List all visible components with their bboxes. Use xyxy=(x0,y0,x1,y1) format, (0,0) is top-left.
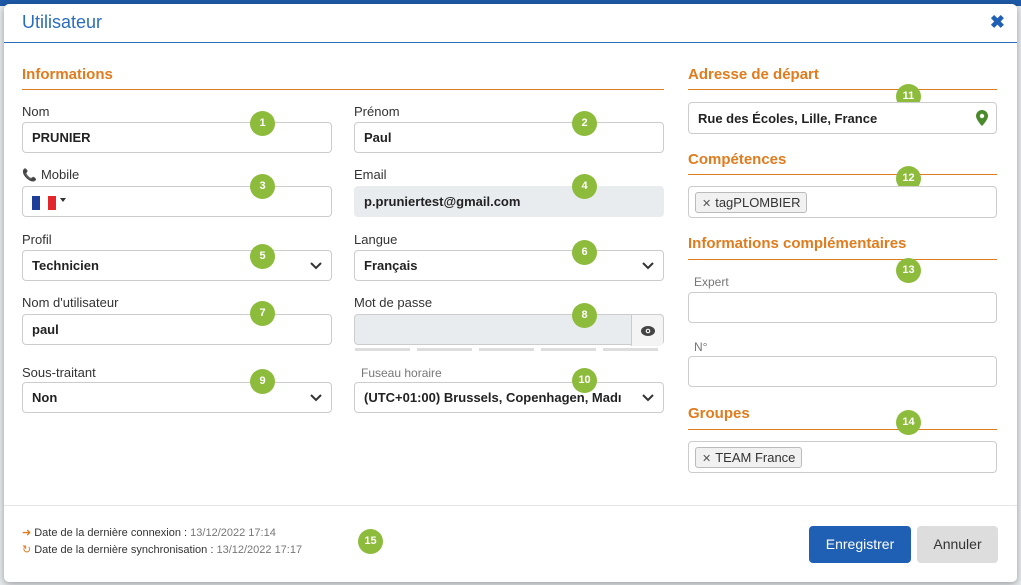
chevron-down-icon xyxy=(310,262,322,270)
section-title-adresse: Adresse de départ xyxy=(688,66,819,83)
soustraitant-value: Non xyxy=(32,390,58,405)
badge-3: 3 xyxy=(250,174,275,199)
fuseau-select[interactable]: (UTC+01:00) Brussels, Copenhagen, Madı xyxy=(354,382,664,413)
mobile-label: 📞 Mobile xyxy=(22,167,79,182)
user-modal: Utilisateur ✖ Informations Nom PRUNIER 1… xyxy=(4,4,1017,582)
badge-2: 2 xyxy=(572,111,597,136)
badge-5: 5 xyxy=(250,244,275,269)
last-login-line: ➜ Date de la dernière connexion : 13/12/2… xyxy=(22,526,276,539)
section-divider xyxy=(688,429,997,430)
password-strength-segment xyxy=(541,348,596,351)
badge-15: 15 xyxy=(358,529,383,554)
soustraitant-select[interactable]: Non xyxy=(22,382,332,413)
section-divider xyxy=(688,174,997,175)
modal-footer: ➜ Date de la dernière connexion : 13/12/2… xyxy=(4,505,1017,582)
chevron-down-icon xyxy=(642,394,654,402)
numero-input[interactable] xyxy=(688,356,997,387)
last-sync-value: 13/12/2022 17:17 xyxy=(216,544,303,556)
modal-header: Utilisateur ✖ xyxy=(4,4,1017,43)
adresse-value: Rue des Écoles, Lille, France xyxy=(698,111,878,126)
adresse-input[interactable]: Rue des Écoles, Lille, France xyxy=(688,102,997,134)
country-dropdown-caret[interactable] xyxy=(60,198,66,202)
langue-select[interactable]: Français xyxy=(354,250,664,281)
groupe-tag-label: TEAM France xyxy=(715,450,796,465)
expert-input[interactable] xyxy=(688,292,997,323)
password-input[interactable] xyxy=(354,314,664,351)
sync-icon: ↻ xyxy=(22,544,32,556)
username-label: Nom d'utilisateur xyxy=(22,295,119,310)
modal-title: Utilisateur xyxy=(22,12,103,32)
email-label: Email xyxy=(354,167,387,182)
save-button[interactable]: Enregistrer xyxy=(809,526,911,563)
badge-14: 14 xyxy=(896,410,921,435)
username-value: paul xyxy=(32,322,59,337)
fuseau-label: Fuseau horaire xyxy=(361,366,442,380)
section-divider xyxy=(688,89,997,90)
soustraitant-label: Sous-traitant xyxy=(22,365,96,380)
last-login-label: Date de la dernière connexion : xyxy=(34,527,188,539)
show-password-button[interactable] xyxy=(631,315,663,346)
cancel-button[interactable]: Annuler xyxy=(917,526,998,563)
prenom-input[interactable]: Paul xyxy=(354,122,664,153)
chevron-down-icon xyxy=(310,394,322,402)
competences-tag-input[interactable]: ✕ tagPLOMBIER xyxy=(688,186,997,218)
badge-8: 8 xyxy=(572,303,597,328)
profil-select[interactable]: Technicien xyxy=(22,250,332,281)
mobile-input[interactable] xyxy=(22,186,332,217)
email-value: p.pruniertest@gmail.com xyxy=(364,194,521,209)
badge-4: 4 xyxy=(572,174,597,199)
last-sync-label: Date de la dernière synchronisation : xyxy=(34,544,214,556)
nom-label: Nom xyxy=(22,104,50,119)
badge-7: 7 xyxy=(250,301,275,326)
close-icon[interactable]: ✖ xyxy=(990,12,1005,33)
groupe-tag[interactable]: ✕ TEAM France xyxy=(695,447,803,468)
remove-tag-icon[interactable]: ✕ xyxy=(702,198,711,210)
section-title-groupes: Groupes xyxy=(688,405,750,422)
email-input: p.pruniertest@gmail.com xyxy=(354,186,664,217)
groupes-tag-input[interactable]: ✕ TEAM France xyxy=(688,441,997,473)
badge-10: 10 xyxy=(572,368,597,393)
langue-label: Langue xyxy=(354,232,398,247)
badge-1: 1 xyxy=(250,111,275,136)
nom-value: PRUNIER xyxy=(32,130,91,145)
badge-6: 6 xyxy=(572,240,597,265)
sign-in-icon: ➜ xyxy=(22,527,32,539)
nom-input[interactable]: PRUNIER xyxy=(22,122,332,153)
competence-tag[interactable]: ✕ tagPLOMBIER xyxy=(695,192,808,213)
mobile-label-text: Mobile xyxy=(40,167,80,182)
badge-13: 13 xyxy=(896,258,921,283)
prenom-label: Prénom xyxy=(354,104,400,119)
section-divider xyxy=(22,89,664,90)
numero-label: N° xyxy=(694,340,708,354)
expert-label: Expert xyxy=(694,275,729,289)
last-sync-line: ↻ Date de la dernière synchronisation : 1… xyxy=(22,543,302,556)
remove-tag-icon[interactable]: ✕ xyxy=(702,453,711,465)
username-input[interactable]: paul xyxy=(22,314,332,345)
badge-9: 9 xyxy=(250,369,275,394)
password-strength-segment xyxy=(417,348,472,351)
chevron-down-icon xyxy=(642,262,654,270)
last-login-value: 13/12/2022 17:14 xyxy=(190,527,276,539)
password-strength-segment xyxy=(479,348,534,351)
prenom-value: Paul xyxy=(364,130,392,145)
competence-tag-label: tagPLOMBIER xyxy=(715,195,801,210)
eye-icon xyxy=(640,325,655,336)
map-pin-icon[interactable] xyxy=(976,110,988,126)
section-title-competences: Compétences xyxy=(688,151,787,168)
langue-value: Français xyxy=(364,258,418,273)
section-title-informations: Informations xyxy=(22,66,113,83)
password-strength-segment xyxy=(355,348,410,351)
section-title-complementaires: Informations complémentaires xyxy=(688,235,907,252)
france-flag-icon[interactable] xyxy=(32,196,56,210)
password-strength-segment xyxy=(603,348,658,351)
profil-value: Technicien xyxy=(32,258,99,273)
phone-icon: 📞 xyxy=(22,168,37,182)
password-label: Mot de passe xyxy=(354,295,433,310)
profil-label: Profil xyxy=(22,232,52,247)
section-divider xyxy=(688,259,997,260)
